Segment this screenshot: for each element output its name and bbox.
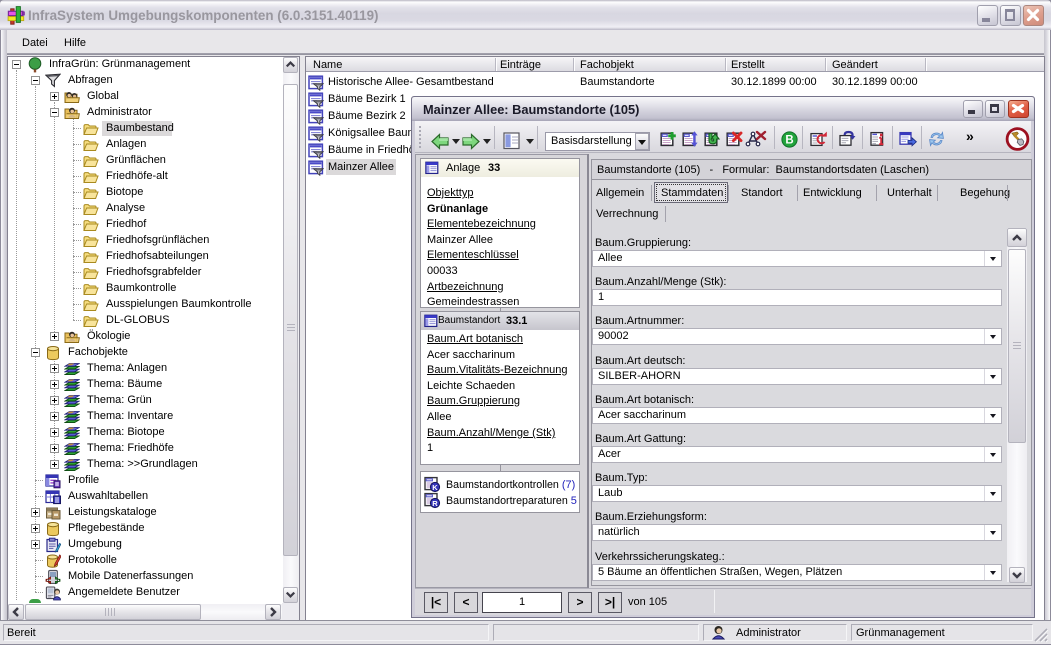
svg-text:B: B bbox=[785, 135, 793, 147]
svg-text:R: R bbox=[432, 499, 438, 508]
svg-text:K: K bbox=[432, 483, 438, 492]
